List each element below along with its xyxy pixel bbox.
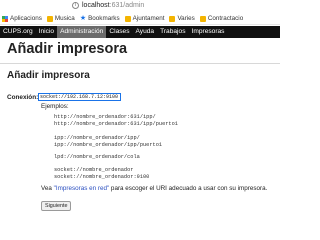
bookmark-varies[interactable]: Varies [169,13,195,25]
bookmark-contractacio[interactable]: Contractacio [199,13,244,25]
url-path: :631/admin [109,2,145,9]
folder-icon [169,15,176,22]
bookmark-label: Contractacio [207,15,244,22]
divider [0,63,280,64]
nav-ayuda[interactable]: Ayuda [133,26,158,38]
help-text: Vea "Impresoras en red" para escoger el … [41,185,267,192]
bookmark-bookmarks[interactable]: ★ Bookmarks [80,13,120,25]
page-title: Añadir impresora [7,41,128,57]
address-bar[interactable]: i localhost:631/admin [0,0,280,13]
bookmark-label: Varies [177,15,195,22]
nav-inicio[interactable]: Inicio [36,26,57,38]
next-button[interactable]: Siguiente [41,201,72,211]
bookmark-ajuntament[interactable]: Ajuntament [124,13,165,25]
bookmark-label: Musica [54,15,75,22]
nav-trabajos[interactable]: Trabajos [157,26,188,38]
apps-grid-icon [2,15,8,22]
nav-clases[interactable]: Clases [106,26,132,38]
bookmark-aplicacions[interactable]: Aplicacions [2,13,42,25]
examples-label: Ejemplos: [41,103,69,110]
nav-impresoras[interactable]: Impresoras [189,26,228,38]
connection-input[interactable] [38,93,121,101]
example-uri: ipp://nombre_ordenador/ipp/ [54,135,140,141]
bookmarks-bar: Aplicacions Musica ★ Bookmarks Ajuntamen… [0,13,280,25]
section-title: Añadir impresora [7,70,90,81]
bookmark-label: Ajuntament [132,15,165,22]
bookmark-label: Bookmarks [88,15,120,22]
example-uri: lpd://nombre_ordenador/cola [54,154,140,160]
example-uri: socket://nombre_ordenador:9100 [54,174,150,180]
connection-label: Conexión: [7,94,39,101]
help-suffix: para escoger el URI adecuado a usar con … [109,185,268,192]
star-icon: ★ [79,15,87,22]
help-prefix: Vea [41,185,54,192]
bookmark-musica[interactable]: Musica [46,13,75,25]
example-uri: socket://nombre_ordenador [54,167,134,173]
url-text[interactable]: localhost:631/admin [82,1,144,11]
nav-cups-org[interactable]: CUPS.org [0,26,36,38]
folder-icon [124,15,131,22]
example-uri: http://nombre_ordenador:631/ipp/ [54,114,156,120]
folder-icon [46,15,53,22]
network-printers-link[interactable]: "Impresoras en red" [54,185,110,192]
example-uri: http://nombre_ordenador:631/ipp/puerto1 [54,121,178,127]
bookmark-label: Aplicacions [10,15,42,22]
cups-nav: CUPS.org Inicio Administración Clases Ay… [0,26,280,38]
folder-icon [199,15,206,22]
info-icon[interactable]: i [72,2,79,9]
url-host: localhost [82,2,110,9]
nav-administracion[interactable]: Administración [57,26,107,38]
example-uri: ipp://nombre_ordenador/ipp/puerto1 [54,142,163,148]
